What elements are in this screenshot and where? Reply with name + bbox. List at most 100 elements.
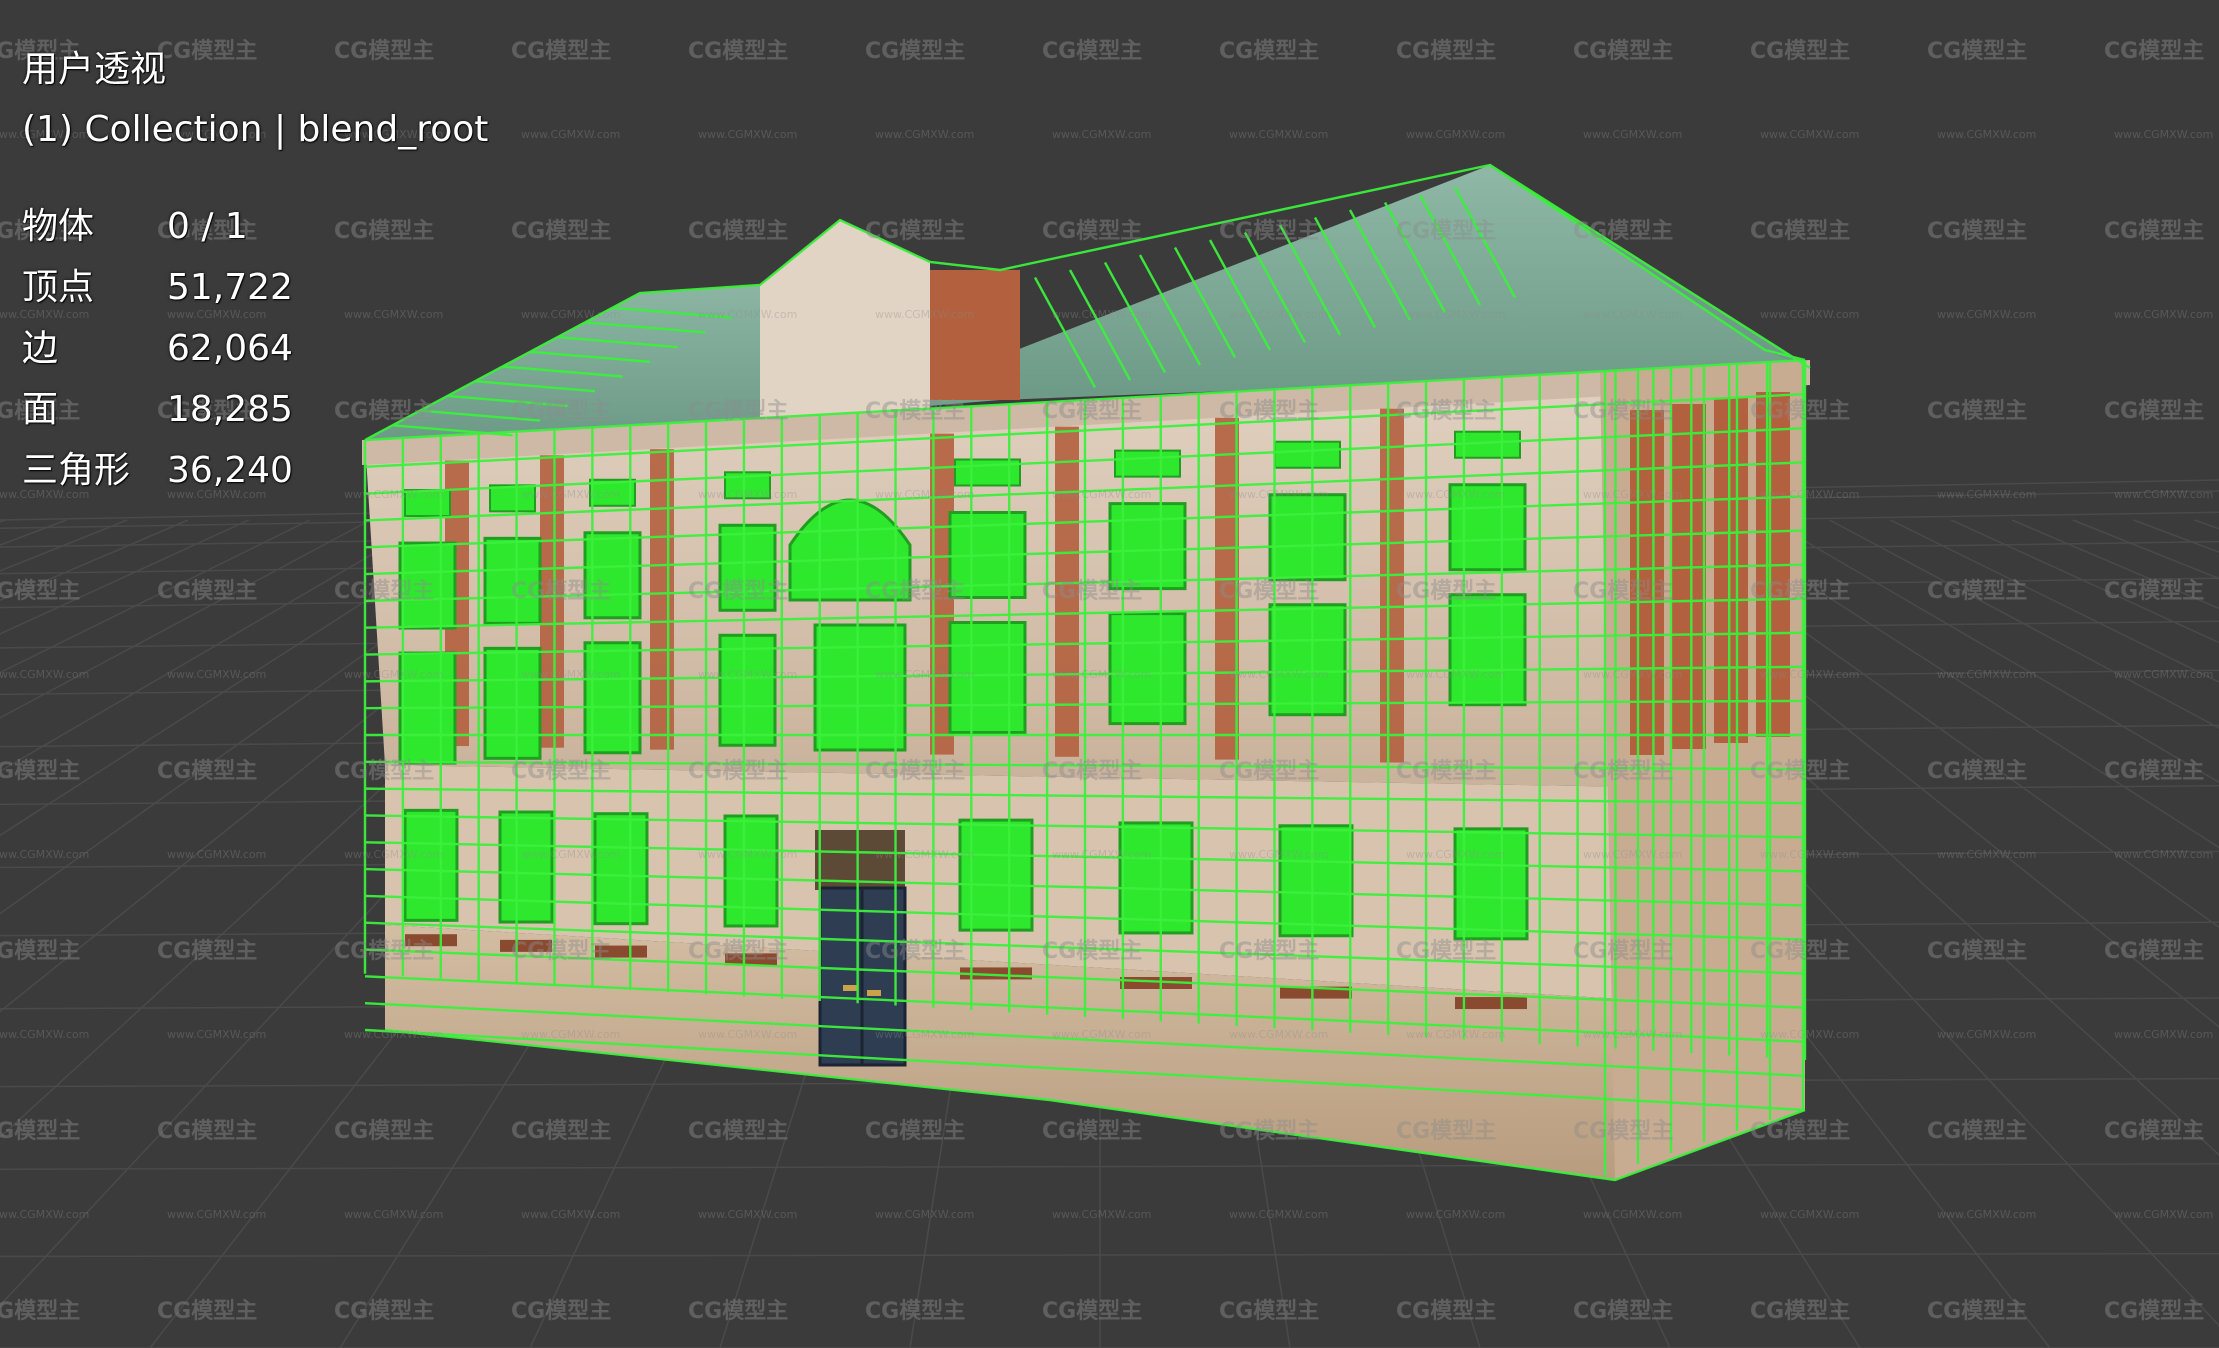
stat-edges: 边 62,064 xyxy=(22,318,488,379)
watermark-site: www.CGMXW.com xyxy=(1229,848,1328,861)
watermark-brand: CG模型主 xyxy=(688,399,788,424)
watermark-brand: CG模型主 xyxy=(1219,39,1319,64)
watermark-site: www.CGMXW.com xyxy=(167,1208,266,1221)
watermark-brand: CG模型主 xyxy=(334,579,434,604)
watermark-brand: CG模型主 xyxy=(1219,759,1319,784)
watermark-site: www.CGMXW.com xyxy=(167,1028,266,1041)
watermark-site: www.CGMXW.com xyxy=(875,1208,974,1221)
viewport-info-overlay: 用户透视 (1) Collection | blend_root 物体 0 / … xyxy=(22,40,488,501)
grid-line xyxy=(2133,519,2219,553)
watermark-site: www.CGMXW.com xyxy=(875,488,974,501)
watermark-site: www.CGMXW.com xyxy=(2114,1028,2213,1041)
stat-label: 顶点 xyxy=(22,267,95,308)
watermark-brand: CG模型主 xyxy=(688,579,788,604)
watermark-site: www.CGMXW.com xyxy=(344,1028,443,1041)
window-middle xyxy=(1448,593,1527,707)
watermark-brand: CG模型主 xyxy=(688,759,788,784)
watermark-site: www.CGMXW.com xyxy=(1229,128,1328,141)
watermark-site: www.CGMXW.com xyxy=(1937,848,2036,861)
watermark-brand: CG模型主 xyxy=(865,579,965,604)
watermark-site: www.CGMXW.com xyxy=(1406,308,1505,321)
watermark-brand: CG模型主 xyxy=(0,579,80,604)
watermark-site: www.CGMXW.com xyxy=(1583,128,1682,141)
watermark-brand: CG模型主 xyxy=(334,1299,434,1324)
watermark-brand: CG模型主 xyxy=(1573,759,1673,784)
watermark-brand: CG模型主 xyxy=(865,39,965,64)
grid-line xyxy=(1890,519,2219,683)
grid-line xyxy=(1950,519,2219,644)
watermark-site: www.CGMXW.com xyxy=(167,848,266,861)
watermark-site: www.CGMXW.com xyxy=(1229,668,1328,681)
window-ground xyxy=(403,808,459,922)
scene-statistics: 物体 0 / 1 顶点 51,722 边 62,064 面 18,285 三角形… xyxy=(22,196,488,501)
collection-label: (1) Collection | blend_root xyxy=(22,109,489,150)
watermark-brand: CG模型主 xyxy=(1042,1119,1142,1144)
watermark-site: www.CGMXW.com xyxy=(1052,488,1151,501)
watermark-brand: CG模型主 xyxy=(1042,39,1142,64)
watermark-brand: CG模型主 xyxy=(334,1119,434,1144)
window-ground xyxy=(723,814,779,928)
watermark-brand: CG模型主 xyxy=(1042,399,1142,424)
window-upper xyxy=(1268,493,1347,582)
watermark-site: www.CGMXW.com xyxy=(698,488,797,501)
watermark-brand: CG模型主 xyxy=(2104,399,2204,424)
watermark-site: www.CGMXW.com xyxy=(521,1208,620,1221)
stat-value: 51,722 xyxy=(167,267,293,308)
watermark-brand: CG模型主 xyxy=(511,939,611,964)
stat-value: 36,240 xyxy=(167,450,293,491)
brick-pilaster xyxy=(650,449,674,750)
watermark-brand: CG模型主 xyxy=(1927,759,2027,784)
grid-line xyxy=(2194,519,2219,530)
watermark-site: www.CGMXW.com xyxy=(1406,848,1505,861)
watermark-site: www.CGMXW.com xyxy=(0,848,89,861)
watermark-site: www.CGMXW.com xyxy=(1406,1028,1505,1041)
watermark-brand: CG模型主 xyxy=(688,1299,788,1324)
watermark-site: www.CGMXW.com xyxy=(1229,488,1328,501)
watermark-brand: CG模型主 xyxy=(1573,1299,1673,1324)
watermark-site: www.CGMXW.com xyxy=(875,128,974,141)
watermark-site: www.CGMXW.com xyxy=(521,1028,620,1041)
door-handle-left xyxy=(843,985,857,991)
stat-label: 面 xyxy=(22,389,59,430)
watermark-site: www.CGMXW.com xyxy=(0,1208,89,1221)
watermark-site: www.CGMXW.com xyxy=(1937,128,2036,141)
stat-value: 18,285 xyxy=(167,389,293,430)
watermark-brand: CG模型主 xyxy=(1750,1299,1850,1324)
watermark-brand: CG模型主 xyxy=(0,1119,80,1144)
watermark-site: www.CGMXW.com xyxy=(698,128,797,141)
watermark-brand: CG模型主 xyxy=(1927,39,2027,64)
side-brick-panel xyxy=(1714,398,1748,743)
watermark-brand: CG模型主 xyxy=(334,759,434,784)
watermark-brand: CG模型主 xyxy=(1219,1299,1319,1324)
watermark-site: www.CGMXW.com xyxy=(1760,488,1859,501)
watermark-brand: CG模型主 xyxy=(1573,219,1673,244)
watermark-brand: CG模型主 xyxy=(1927,1299,2027,1324)
watermark-site: www.CGMXW.com xyxy=(1406,488,1505,501)
watermark-brand: CG模型主 xyxy=(2104,1119,2204,1144)
watermark-site: www.CGMXW.com xyxy=(1583,668,1682,681)
window-middle xyxy=(1268,603,1347,717)
watermark-site: www.CGMXW.com xyxy=(875,1028,974,1041)
grid-line xyxy=(2011,519,2219,610)
watermark-site: www.CGMXW.com xyxy=(344,848,443,861)
watermark-site: www.CGMXW.com xyxy=(698,1028,797,1041)
watermark-brand: CG模型主 xyxy=(1219,399,1319,424)
watermark-brand: CG模型主 xyxy=(865,399,965,424)
watermark-brand: CG模型主 xyxy=(511,1299,611,1324)
watermark-brand: CG模型主 xyxy=(1042,219,1142,244)
watermark-site: www.CGMXW.com xyxy=(1583,1028,1682,1041)
watermark-brand: CG模型主 xyxy=(157,1299,257,1324)
watermark-brand: CG模型主 xyxy=(688,39,788,64)
watermark-brand: CG模型主 xyxy=(0,1299,80,1324)
stat-value: 0 / 1 xyxy=(167,206,248,247)
grid-line xyxy=(1768,519,2219,784)
grid-line xyxy=(0,519,128,572)
watermark-brand: CG模型主 xyxy=(0,759,80,784)
watermark-site: www.CGMXW.com xyxy=(875,668,974,681)
door-handle-right xyxy=(867,990,881,996)
watermark-site: www.CGMXW.com xyxy=(2114,668,2213,681)
stat-vertices: 顶点 51,722 xyxy=(22,257,488,318)
watermark-brand: CG模型主 xyxy=(1750,399,1850,424)
window-center xyxy=(813,623,907,752)
watermark-brand: CG模型主 xyxy=(2104,759,2204,784)
